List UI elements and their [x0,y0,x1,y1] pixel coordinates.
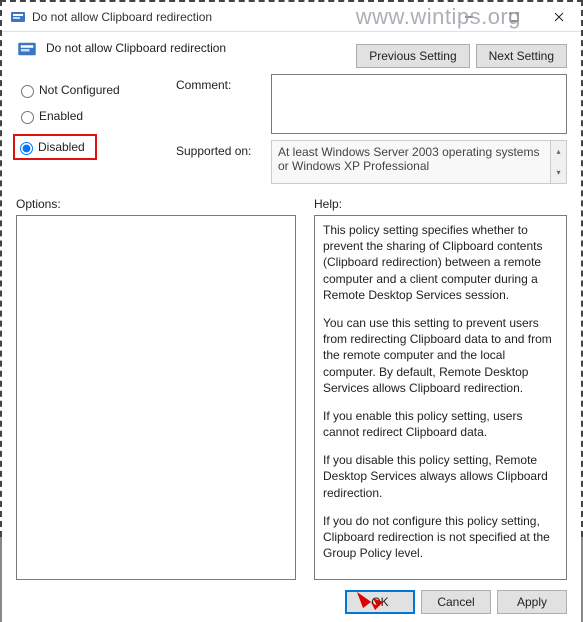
apply-button[interactable]: Apply [497,590,567,614]
help-box[interactable]: This policy setting specifies whether to… [314,215,567,580]
radio-label: Disabled [38,140,85,154]
radio-enabled-input[interactable] [21,111,34,124]
chevron-down-icon[interactable]: ▾ [551,162,566,183]
window-controls [446,2,581,32]
cancel-button[interactable]: Cancel [421,590,491,614]
ok-button[interactable]: OK [345,590,415,614]
policy-heading: Do not allow Clipboard redirection [46,38,356,55]
radio-disabled-input[interactable] [20,142,33,155]
previous-setting-button[interactable]: Previous Setting [356,44,469,68]
radio-not-configured-input[interactable] [21,85,34,98]
comment-input[interactable] [271,74,567,134]
chevron-up-icon[interactable]: ▴ [551,141,566,162]
supported-on-label: Supported on: [176,140,271,158]
radio-not-configured[interactable]: Not Configured [16,82,176,98]
lower-grid: Options: Help: This policy setting speci… [16,197,567,580]
dialog-footer: OK Cancel Apply [16,580,567,614]
title-bar: Do not allow Clipboard redirection [2,2,581,32]
dialog-content: Do not allow Clipboard redirection Previ… [2,32,581,622]
options-label: Options: [16,197,296,211]
policy-icon [16,38,38,60]
radio-label: Not Configured [39,83,120,97]
minimize-button[interactable] [446,2,491,32]
help-label: Help: [314,197,567,211]
options-box [16,215,296,580]
window-title: Do not allow Clipboard redirection [32,10,446,24]
settings-grid: Not Configured Enabled Disabled Comment:… [16,74,567,184]
header-row: Do not allow Clipboard redirection Previ… [16,38,567,68]
radio-group: Not Configured Enabled Disabled [16,74,176,160]
comment-label: Comment: [176,74,271,92]
close-button[interactable] [536,2,581,32]
help-para: You can use this setting to prevent user… [323,315,558,396]
dialog-window: www.wintips.org Do not allow Clipboard r… [0,0,583,537]
radio-disabled[interactable]: Disabled [15,139,85,155]
help-para: If you do not configure this policy sett… [323,513,558,562]
selected-highlight: Disabled [13,134,97,160]
radio-label: Enabled [39,109,83,123]
maximize-button[interactable] [491,2,536,32]
help-para: If you enable this policy setting, users… [323,408,558,440]
next-setting-button[interactable]: Next Setting [476,44,567,68]
radio-enabled[interactable]: Enabled [16,108,176,124]
supported-on-text: At least Windows Server 2003 operating s… [271,140,551,184]
supported-on-box: At least Windows Server 2003 operating s… [271,140,567,184]
help-para: If you disable this policy setting, Remo… [323,452,558,501]
help-para: This policy setting specifies whether to… [323,222,558,303]
policy-icon [10,9,26,25]
supported-on-spinner: ▴ ▾ [551,140,567,184]
